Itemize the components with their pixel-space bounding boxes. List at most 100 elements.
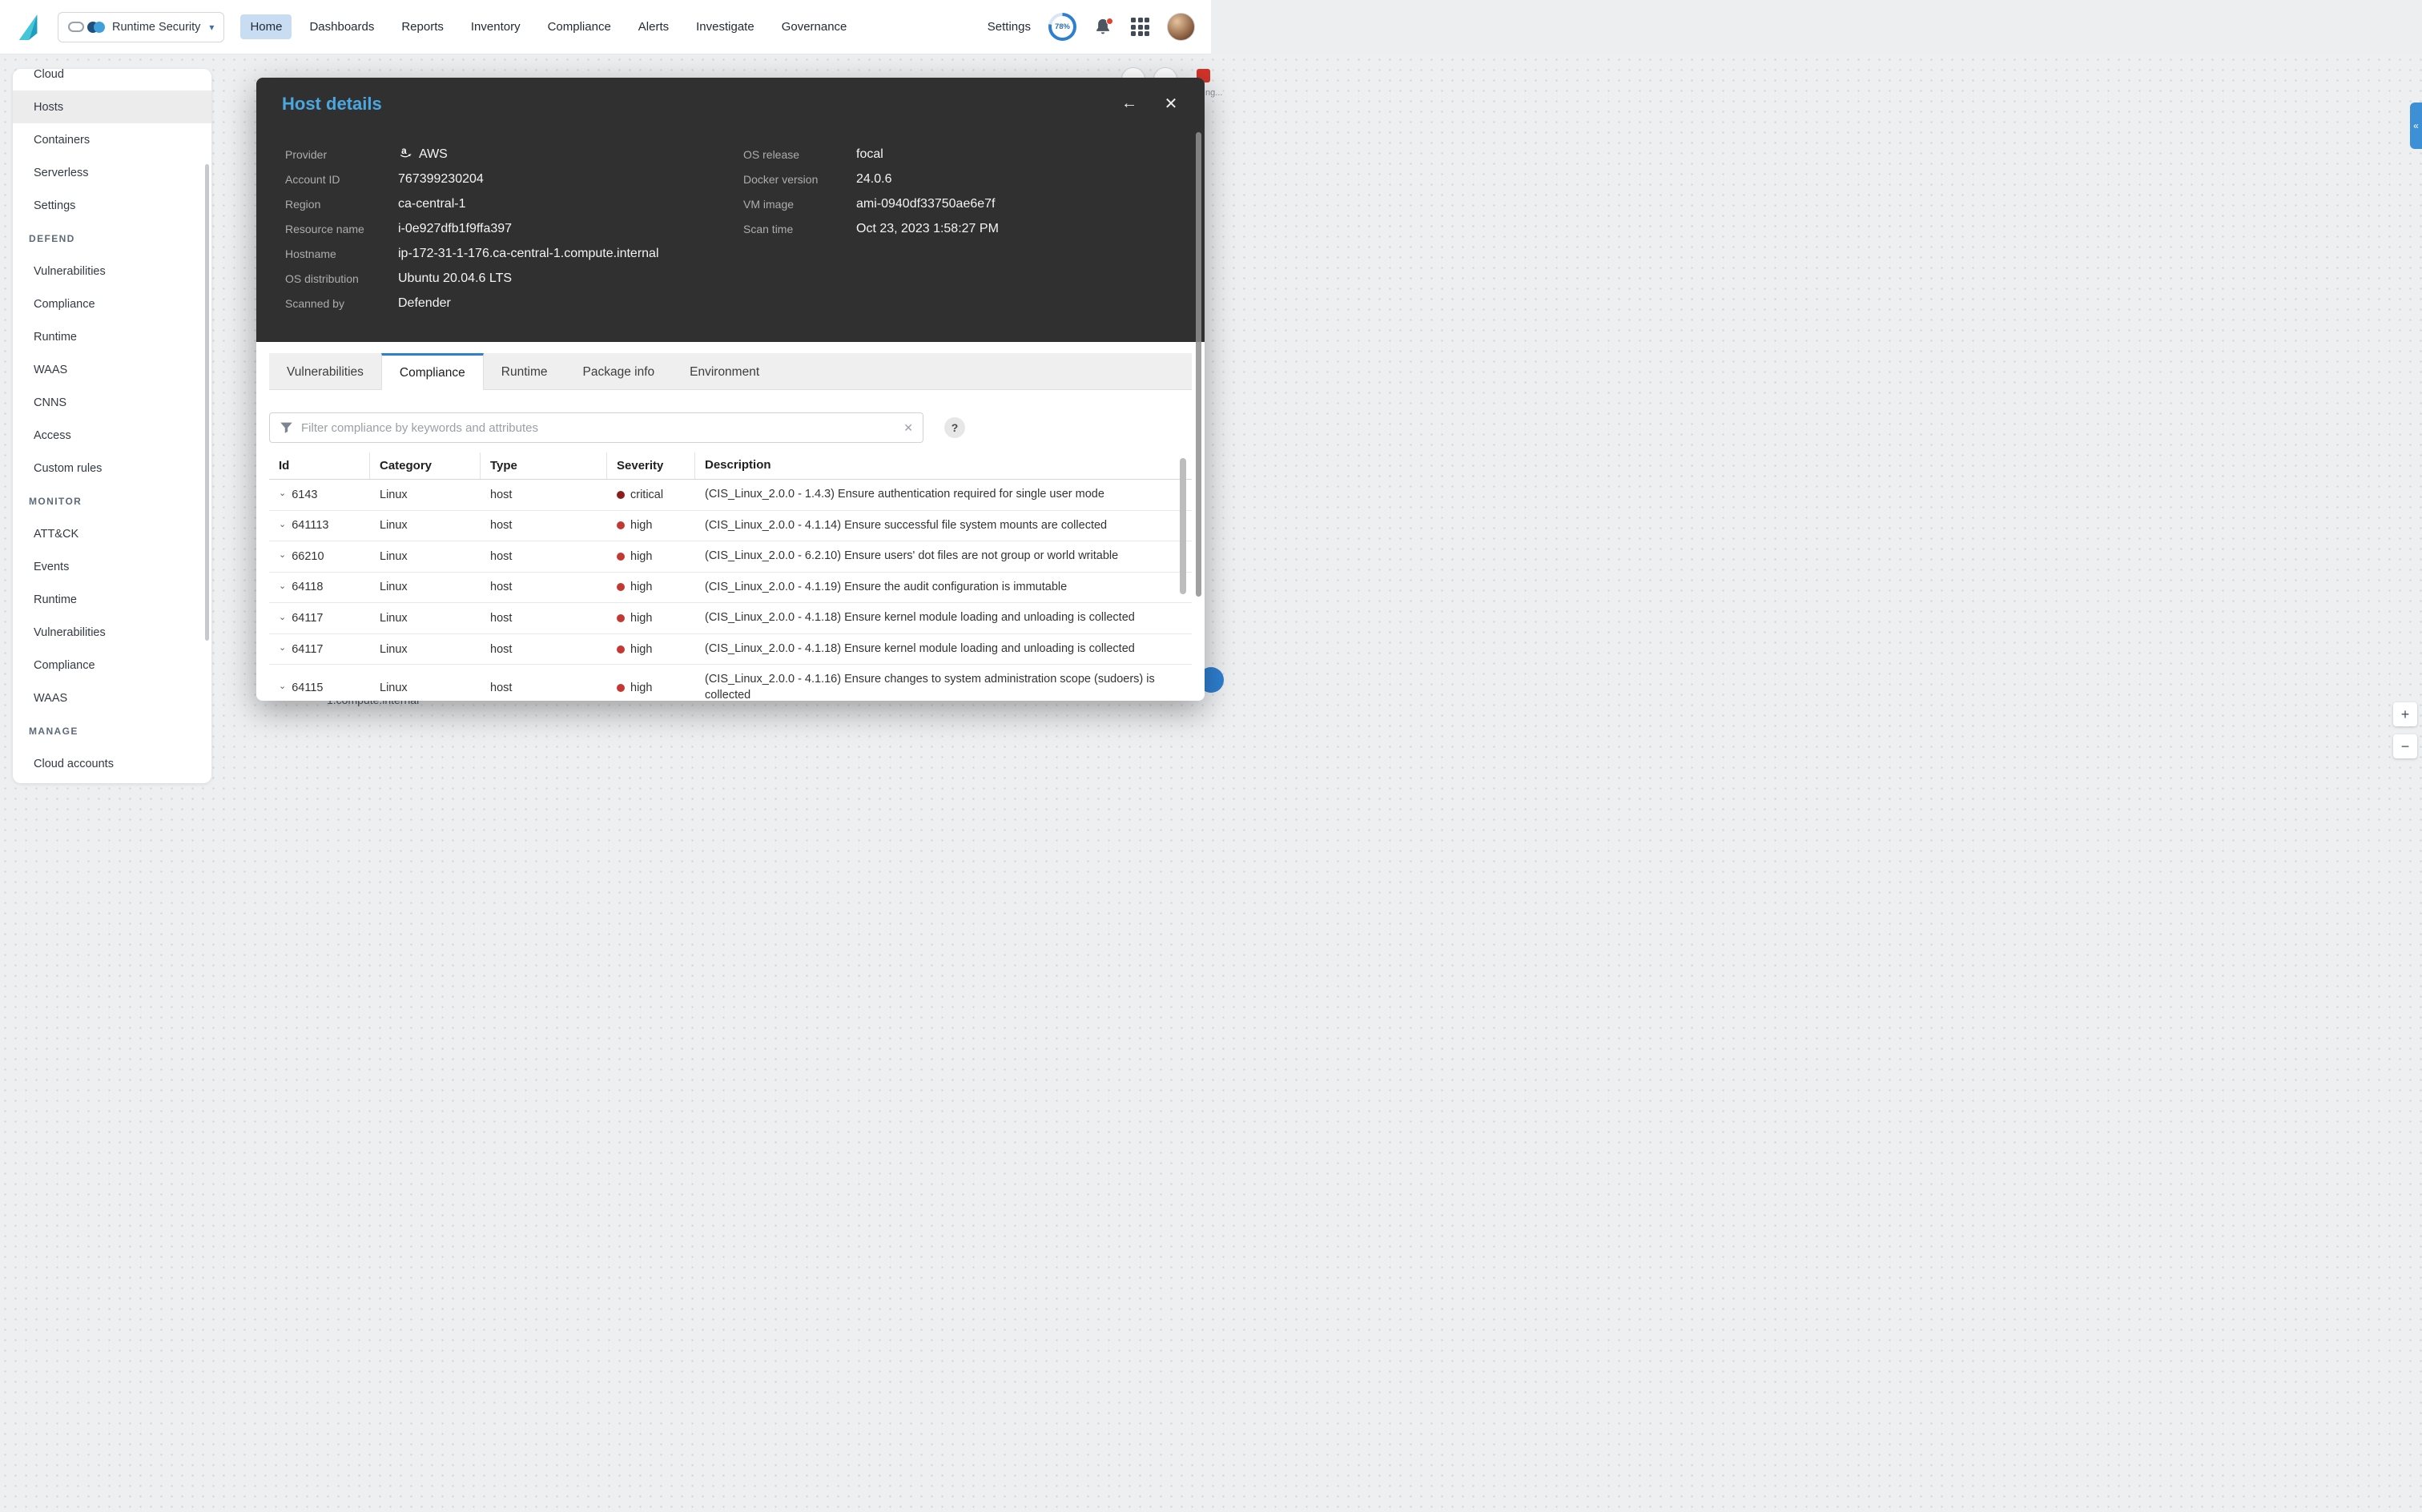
info-label: Resource name	[285, 223, 398, 235]
expand-caret-icon[interactable]: ⌄	[279, 521, 286, 529]
info-value: ip-172-31-1-176.ca-central-1.compute.int…	[398, 247, 659, 261]
compliance-table-header: IdCategoryTypeSeverityDescription	[269, 452, 1192, 480]
nav-item-dashboards[interactable]: Dashboards	[300, 14, 384, 39]
expand-caret-icon[interactable]: ⌄	[279, 613, 286, 622]
map-edge-label-fragment: ng...	[1205, 88, 1222, 98]
notifications-button[interactable]	[1094, 17, 1113, 38]
sidebar-item-runtime[interactable]: Runtime	[13, 320, 211, 353]
nav-item-investigate[interactable]: Investigate	[686, 14, 764, 39]
sidebar-item-hosts[interactable]: Hosts	[13, 90, 211, 123]
compliance-table-row[interactable]: ⌄64118Linuxhosthigh(CIS_Linux_2.0.0 - 4.…	[269, 573, 1192, 604]
compute-pill-icon	[68, 22, 84, 32]
row-category: Linux	[370, 543, 481, 570]
product-selector[interactable]: Runtime Security ▾	[58, 12, 224, 42]
severity-text: high	[630, 643, 652, 656]
sidebar-item-containers[interactable]: Containers	[13, 123, 211, 156]
row-severity-cell: high	[607, 605, 695, 632]
nav-item-reports[interactable]: Reports	[392, 14, 453, 39]
settings-link[interactable]: Settings	[988, 20, 1031, 34]
sidebar-item-logs[interactable]: Logs	[13, 780, 211, 783]
clear-filter-icon[interactable]: ✕	[903, 421, 913, 435]
tab-runtime[interactable]: Runtime	[484, 353, 565, 389]
sidebar-item-compliance[interactable]: Compliance	[13, 288, 211, 320]
user-avatar[interactable]	[1167, 13, 1195, 41]
sidebar-item-waas[interactable]: WAAS	[13, 682, 211, 714]
nav-item-compliance[interactable]: Compliance	[538, 14, 621, 39]
sidebar-item-compliance[interactable]: Compliance	[13, 649, 211, 682]
sidebar-item-vulnerabilities[interactable]: Vulnerabilities	[13, 616, 211, 649]
column-header-id[interactable]: Id	[269, 452, 370, 479]
info-value: Ubuntu 20.04.6 LTS	[398, 271, 512, 286]
sidebar-scrollbar[interactable]	[205, 164, 209, 641]
expand-caret-icon[interactable]: ⌄	[279, 644, 286, 653]
sidebar-item-custom-rules[interactable]: Custom rules	[13, 452, 211, 485]
severity-dot-critical	[617, 491, 625, 499]
compliance-table-row[interactable]: ⌄64117Linuxhosthigh(CIS_Linux_2.0.0 - 4.…	[269, 603, 1192, 634]
sidebar-item-cnns[interactable]: CNNS	[13, 386, 211, 419]
nav-item-inventory[interactable]: Inventory	[461, 14, 530, 39]
nav-item-home[interactable]: Home	[240, 14, 292, 39]
app-switcher-icon[interactable]	[1131, 18, 1149, 36]
panel-collapse-tab[interactable]: «	[2410, 103, 2422, 149]
sidebar-item-settings[interactable]: Settings	[13, 189, 211, 222]
modal-scrollbar-thumb[interactable]	[1196, 132, 1201, 597]
column-header-severity[interactable]: Severity	[607, 452, 695, 479]
sidebar-item-events[interactable]: Events	[13, 550, 211, 583]
info-value: 767399230204	[398, 172, 484, 187]
severity-text: high	[630, 519, 652, 532]
credits-progress-badge[interactable]: 78%	[1048, 13, 1076, 41]
prisma-logo[interactable]	[16, 11, 45, 43]
table-scrollbar-thumb[interactable]	[1180, 458, 1186, 594]
sidebar-item-att-ck[interactable]: ATT&CK	[13, 517, 211, 550]
compliance-table-row[interactable]: ⌄66210Linuxhosthigh(CIS_Linux_2.0.0 - 6.…	[269, 541, 1192, 573]
close-button[interactable]: ✕	[1160, 92, 1182, 115]
row-id: 64117	[292, 612, 323, 625]
info-value: Defender	[398, 296, 451, 311]
sidebar-item-vulnerabilities[interactable]: Vulnerabilities	[13, 255, 211, 288]
back-button[interactable]: ←	[1118, 92, 1141, 115]
sidebar-item-waas[interactable]: WAAS	[13, 353, 211, 386]
row-type: host	[481, 543, 607, 570]
compliance-filter: ✕	[269, 412, 923, 443]
compliance-filter-input[interactable]	[301, 421, 895, 435]
expand-caret-icon[interactable]: ⌄	[279, 682, 286, 691]
compliance-table-row[interactable]: ⌄641113Linuxhosthigh(CIS_Linux_2.0.0 - 4…	[269, 511, 1192, 542]
info-value: focal	[856, 147, 883, 162]
info-value-text: focal	[856, 147, 883, 162]
tab-compliance[interactable]: Compliance	[381, 353, 484, 390]
info-value: ca-central-1	[398, 197, 465, 211]
row-id-cell: ⌄641113	[269, 512, 370, 539]
expand-caret-icon[interactable]: ⌄	[279, 551, 286, 560]
info-row-scan-time: Scan timeOct 23, 2023 1:58:27 PM	[743, 216, 999, 241]
sidebar-item-access[interactable]: Access	[13, 419, 211, 452]
column-header-description[interactable]: Description	[695, 452, 1192, 479]
sidebar-item-cloud-accounts[interactable]: Cloud accounts	[13, 747, 211, 780]
column-header-category[interactable]: Category	[370, 452, 481, 479]
row-id: 66210	[292, 550, 324, 563]
expand-caret-icon[interactable]: ⌄	[279, 489, 286, 498]
row-description: (CIS_Linux_2.0.0 - 4.1.16) Ensure change…	[695, 665, 1192, 701]
info-label: Account ID	[285, 173, 398, 186]
severity-dot-high	[617, 521, 625, 529]
row-id-cell: ⌄ 66210	[269, 543, 370, 570]
row-id: 6143	[292, 489, 317, 501]
sidebar-item-cloud[interactable]: Cloud	[13, 69, 211, 90]
info-value: ami-0940df33750ae6e7f	[856, 197, 995, 211]
nav-item-alerts[interactable]: Alerts	[629, 14, 678, 39]
sidebar-item-runtime[interactable]: Runtime	[13, 583, 211, 616]
row-severity-cell: critical	[607, 481, 695, 509]
map-zoom-in-button[interactable]: +	[2393, 702, 2417, 726]
sidebar-item-serverless[interactable]: Serverless	[13, 156, 211, 189]
tab-environment[interactable]: Environment	[672, 353, 777, 389]
nav-item-governance[interactable]: Governance	[772, 14, 857, 39]
expand-caret-icon[interactable]: ⌄	[279, 582, 286, 591]
column-header-type[interactable]: Type	[481, 452, 607, 479]
tab-package-info[interactable]: Package info	[565, 353, 673, 389]
map-zoom-out-button[interactable]: −	[2393, 734, 2417, 758]
compliance-table-row[interactable]: ⌄6143Linuxhostcritical(CIS_Linux_2.0.0 -…	[269, 480, 1192, 511]
info-row-account-id: Account ID767399230204	[285, 167, 743, 191]
filter-help-button[interactable]: ?	[944, 417, 965, 438]
tab-vulnerabilities[interactable]: Vulnerabilities	[269, 353, 381, 389]
compliance-table-row[interactable]: ⌄64117Linuxhosthigh(CIS_Linux_2.0.0 - 4.…	[269, 634, 1192, 666]
compliance-table-row[interactable]: ⌄64115Linuxhosthigh(CIS_Linux_2.0.0 - 4.…	[269, 665, 1192, 701]
